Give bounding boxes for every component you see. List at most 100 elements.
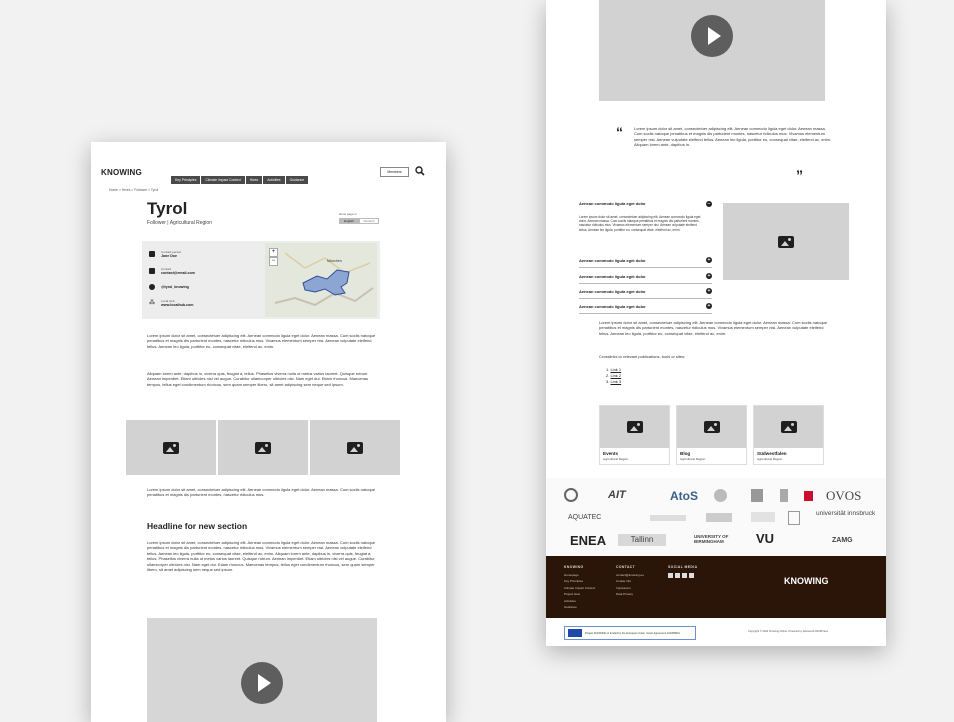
contact-row-local-hub: ⁂ Local Hub www.localhub.com <box>149 298 194 307</box>
expand-icon[interactable]: + <box>706 273 712 279</box>
card-subtitle: Agricultural Region <box>757 457 783 461</box>
play-icon[interactable] <box>691 15 733 57</box>
language-label: show page in <box>339 212 357 216</box>
link-item[interactable]: Link 1 <box>610 367 621 372</box>
image-placeholder <box>723 203 849 280</box>
body-paragraph: Lorem ipsum dolor sit amet, consectetuer… <box>599 320 828 336</box>
copyright-text: Copyright © 2024 Knowing Online. Powered… <box>748 630 828 633</box>
page-title: Tyrol <box>147 199 188 218</box>
contact-list: Contact person Jane Doe Contact contact@em… <box>149 245 195 311</box>
contact-row-email: Contact contact@email.com <box>149 262 195 279</box>
map-zoom-out[interactable]: − <box>269 257 278 266</box>
body-paragraph: Lorem ipsum dolor sit amet, consectetuer… <box>147 487 376 498</box>
mail-icon <box>149 267 155 274</box>
teaser-card-events[interactable]: Events Agricultural Region <box>599 405 670 465</box>
person-icon <box>149 250 155 257</box>
site-logo[interactable]: KNOWING <box>101 168 142 177</box>
nav-item-key-principles[interactable]: Key Principles <box>171 176 201 184</box>
facebook-icon[interactable] <box>668 573 673 578</box>
video-player[interactable] <box>599 0 825 101</box>
footer-col-contact: CONTACT contact@knowing.eu Cookie info I… <box>616 565 644 597</box>
crosslinks-list: 1. Link 1 2. Link 2 3. Link 3 <box>606 367 622 385</box>
nav-item-activities[interactable]: Activities <box>263 176 285 184</box>
contact-row-facebook: @tyrol_knowing <box>149 279 195 294</box>
map-zoom-in[interactable]: + <box>269 248 278 257</box>
expand-icon[interactable]: + <box>706 303 712 309</box>
partner-logo-innsbruck: universität innsbruck <box>816 510 876 517</box>
link-item[interactable]: Link 2 <box>610 373 621 378</box>
breadcrumb-hives[interactable]: Hives <box>122 188 130 192</box>
nav-item-climate-impact[interactable]: Climate Impact Context <box>201 176 245 184</box>
partner-logo-aquatec: AQUATEC <box>568 514 602 521</box>
section-paragraph: Lorem ipsum dolor sit amet, consectetuer… <box>147 540 376 573</box>
site-footer: KNOWING Homepage Key Principles Climate … <box>546 556 886 618</box>
teaser-card-suedwestfalen[interactable]: Südwestfalen Agricultural Region <box>753 405 824 465</box>
partner-logo-ait: AIT <box>608 489 626 501</box>
breadcrumb-follower[interactable]: Follower <box>134 188 147 192</box>
card-subtitle: Agricultural Region <box>603 457 629 461</box>
image-icon <box>626 421 643 433</box>
linkedin-icon[interactable] <box>682 573 687 578</box>
partner-logo-tallinn: Tallinn <box>618 534 666 546</box>
partner-logo-round <box>714 489 727 502</box>
accordion-item[interactable]: Aenean commodo ligula eget dolor + <box>579 299 712 314</box>
quote-text: Lorem ipsum dolor sit amet, consectetuer… <box>634 126 832 148</box>
partner-logo-zamg: ZAMG <box>832 537 853 544</box>
accordion-item-header[interactable]: Aenean commodo ligula eget dolor − <box>579 201 712 207</box>
card-title: Südwestfalen <box>757 451 787 456</box>
section-headline: Headline for new section <box>147 521 248 531</box>
footer-col-social: SOCIAL MEDIA <box>668 565 697 578</box>
image-placeholder <box>677 406 746 448</box>
footer-link[interactable]: Data Privacy <box>616 591 644 597</box>
link-item[interactable]: Link 3 <box>610 379 621 384</box>
image-placeholder <box>310 420 400 475</box>
intro-paragraph-2: Aliquam lorem ante, dapibus in, viverra … <box>147 371 369 387</box>
instagram-icon[interactable] <box>689 573 694 578</box>
partner-logo-vu: VU <box>756 531 775 546</box>
expand-icon[interactable]: + <box>706 288 712 294</box>
image-icon <box>255 441 271 454</box>
image-icon <box>163 441 179 454</box>
partner-logo-tower <box>780 489 788 502</box>
region-map[interactable]: München + − <box>265 243 377 317</box>
accordion-item[interactable]: Aenean commodo ligula eget dolor + <box>579 269 712 284</box>
footer-link[interactable]: Guidance <box>564 604 595 610</box>
accordion-item[interactable]: Aenean commodo ligula eget dolor + <box>579 253 712 268</box>
twitter-icon[interactable] <box>675 573 680 578</box>
image-placeholder <box>754 406 823 448</box>
nav-item-hives[interactable]: Hives <box>245 176 263 184</box>
page-subtitle: Follower | Agricultural Region <box>147 220 212 226</box>
lang-option-deutsch[interactable]: Deutsch <box>359 218 379 224</box>
facebook-icon <box>149 283 155 290</box>
partner-logo-atos: AtoS <box>670 489 698 503</box>
search-icon[interactable] <box>415 166 425 176</box>
partner-logo-ovos: OVOS <box>826 488 862 503</box>
accordion-item-body: Lorem ipsum dolor sit amet, consectetuer… <box>579 215 701 232</box>
card-title: Blog <box>680 451 691 456</box>
partner-logo-small-2 <box>751 512 775 522</box>
expand-icon[interactable]: + <box>706 257 712 263</box>
lang-option-english[interactable]: English <box>339 218 359 224</box>
play-icon[interactable] <box>241 662 283 704</box>
partner-logo-red <box>804 491 813 501</box>
map-region-shape <box>274 252 374 307</box>
card-subtitle: Agricultural Region <box>680 457 706 461</box>
contact-row-person: Contact person Jane Doe <box>149 245 195 262</box>
partner-logo-crest <box>751 489 763 502</box>
accordion-item[interactable]: Aenean commodo ligula eget dolor + <box>579 284 712 299</box>
teaser-card-blog[interactable]: Blog Agricultural Region <box>676 405 747 465</box>
collapse-icon[interactable]: − <box>706 201 712 207</box>
video-player[interactable] <box>147 618 377 722</box>
network-icon: ⁂ <box>149 299 155 306</box>
image-placeholder <box>218 420 308 475</box>
nav-item-guidance[interactable]: Guidance <box>285 176 309 184</box>
map-city-label: München <box>327 259 342 263</box>
breadcrumb-home[interactable]: Home <box>109 188 118 192</box>
image-icon <box>703 421 720 433</box>
partner-logo-seal <box>564 488 578 502</box>
partner-logo-shield <box>788 511 800 525</box>
footer-logo[interactable]: KNOWING <box>784 576 829 586</box>
members-button[interactable]: Members <box>380 167 409 177</box>
language-switch: English Deutsch <box>339 218 379 224</box>
partner-logo-enea: ENEA <box>570 533 607 548</box>
